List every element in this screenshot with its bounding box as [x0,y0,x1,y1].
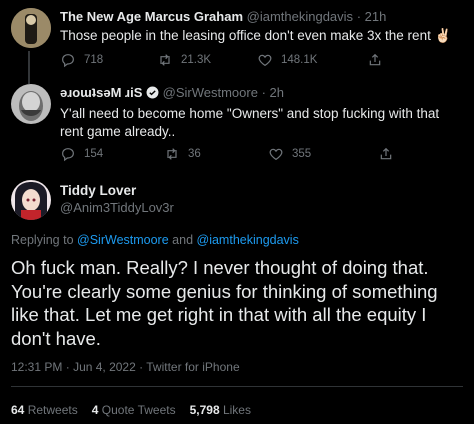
tweet-text: Y'all need to become home "Owners" and s… [60,106,440,139]
quotes-count: 4 [91,403,99,417]
like-button[interactable]: 148.1K [257,52,367,68]
divider [11,386,463,387]
separator: · [139,360,144,374]
thread-connector [28,51,30,84]
separator: · [65,360,70,374]
separator: · [356,9,362,24]
tweet-header: The New Age Marcus Graham @iamthekingdav… [60,9,386,24]
tweet-text: Those people in the leasing office don't… [60,28,452,43]
tweet-actions: 718 21.3K 148.1K [60,52,383,68]
retweet-icon [167,148,177,160]
reply-button[interactable]: 154 [60,146,164,162]
handle[interactable]: @SirWestmoore [163,85,258,100]
share-button[interactable] [367,52,383,68]
tweet-meta: 12:31 PM · Jun 4, 2022 · Twitter for iPh… [11,360,240,374]
main-tweet-text: Oh fuck man. Really? I never thought of … [11,257,438,349]
retweet-button[interactable]: 21.3K [157,52,257,68]
avatar[interactable] [11,180,51,220]
display-name[interactable]: Tiddy Lover [60,183,136,198]
retweet-count: 21.3K [181,54,212,66]
tweet-time[interactable]: 12:31 PM [11,360,62,374]
tweet-source[interactable]: Twitter for iPhone [146,360,239,374]
retweet-icon [160,54,170,66]
tweet-date[interactable]: Jun 4, 2022 [73,360,136,374]
reply-icon [62,148,74,162]
reply-count: 154 [84,148,104,160]
reply-count: 718 [84,54,104,66]
handle[interactable]: @Anim3TiddyLov3r [60,200,174,215]
mention-link[interactable]: @SirWestmoore [77,233,169,247]
retweets-label: Retweets [27,403,78,417]
separator: · [261,85,266,100]
likes-count: 5,798 [189,403,220,417]
replying-label: Replying to [11,233,74,247]
like-count: 148.1K [281,54,318,66]
likes-label: Likes [222,403,251,417]
replying-and: and [172,233,194,247]
engagement-stats: 64 Retweets 4 Quote Tweets 5,798 Likes [11,403,251,417]
likes-stat[interactable]: 5,798 Likes [190,403,251,417]
share-icon [369,53,381,66]
tweet-header: ǝɹoɯʇsǝM ɹiS @SirWestmoore · 2h [60,85,284,100]
heart-icon [269,148,283,161]
retweet-button[interactable]: 36 [164,146,268,162]
like-button[interactable]: 355 [268,146,378,162]
retweet-count: 36 [188,148,201,160]
display-name[interactable]: The New Age Marcus Graham [60,9,243,24]
avatar[interactable] [11,84,51,124]
quote-tweets-stat[interactable]: 4 Quote Tweets [92,403,176,417]
display-name[interactable]: ǝɹoɯʇsǝM ɹiS [60,85,142,100]
timestamp[interactable]: 2h [270,85,284,100]
share-icon [380,147,392,160]
reply-button[interactable]: 718 [60,52,157,68]
quotes-label: Quote Tweets [101,403,176,417]
retweets-count: 64 [11,403,25,417]
like-count: 355 [292,148,312,160]
replying-to: Replying to @SirWestmoore and @iamthekin… [11,233,299,247]
verified-badge-icon [146,86,159,99]
tweet-actions: 154 36 355 [60,146,394,162]
avatar[interactable] [11,8,51,48]
timestamp[interactable]: 21h [365,9,387,24]
heart-icon [258,54,272,67]
share-button[interactable] [378,146,394,162]
reply-icon [62,54,74,68]
retweets-stat[interactable]: 64 Retweets [11,403,78,417]
mention-link[interactable]: @iamthekingdavis [197,233,299,247]
handle[interactable]: @iamthekingdavis [247,9,353,24]
